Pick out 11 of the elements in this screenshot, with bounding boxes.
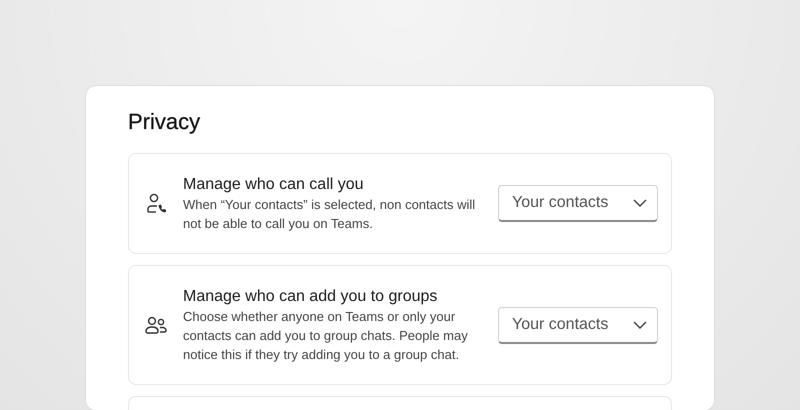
people-icon: [145, 316, 167, 334]
contacts-dropdown[interactable]: Your contacts: [498, 185, 658, 222]
setting-title: Manage who can call you: [183, 175, 364, 195]
chevron-down-icon: [633, 199, 647, 207]
setting-title: Manage who can add you to groups: [183, 287, 438, 307]
person-phone-icon: [146, 192, 166, 214]
panel-title: Privacy: [128, 108, 200, 136]
chevron-down-icon: [633, 320, 647, 328]
setting-description: Choose whether anyone on Teams or only your contacts can add you to group chats. People may notice this if they try adding you to a group chat.: [183, 308, 469, 364]
contacts-dropdown[interactable]: Your contacts: [498, 306, 658, 344]
setting-description: When “Your contacts” is selected, non contacts will not be able to call you on Teams.: [183, 196, 476, 233]
